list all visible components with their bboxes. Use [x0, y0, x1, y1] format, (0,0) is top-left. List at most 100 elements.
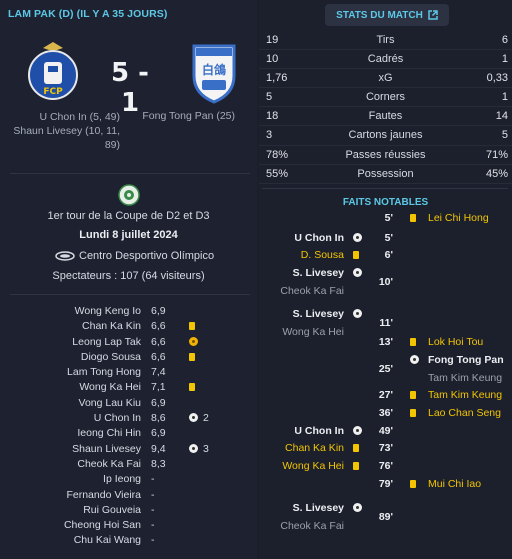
- event-home-player[interactable]: S. Livesey: [293, 267, 344, 279]
- player-rating: 6,9: [151, 396, 166, 409]
- match-header[interactable]: LAM PAK (D) (IL Y A 35 JOURS): [8, 8, 167, 20]
- stat-row: 78% Passes réussies 71%: [259, 146, 512, 165]
- player-rating-row[interactable]: Cheok Ka Fai 8,3: [0, 458, 257, 473]
- event-away-icon: [410, 408, 416, 420]
- player-name[interactable]: Vong Lau Kiu: [79, 397, 141, 409]
- player-name[interactable]: Wong Keng Io: [75, 305, 141, 317]
- yellow-card-icon: [410, 409, 416, 417]
- player-name[interactable]: Cheok Ka Fai: [77, 458, 141, 470]
- event-home-assist[interactable]: Wong Ka Hei: [282, 326, 344, 338]
- player-name[interactable]: Ip Ieong: [103, 473, 141, 485]
- player-rating-row[interactable]: Shaun Livesey 9,4 3: [0, 443, 257, 458]
- stat-label: xG: [378, 72, 393, 85]
- yellow-card-icon: [353, 462, 359, 470]
- event-minute: 6': [384, 249, 393, 261]
- player-rating-row[interactable]: Fernando Vieira -: [0, 489, 257, 504]
- event-home-player[interactable]: S. Livesey: [293, 502, 344, 514]
- event-home-assist[interactable]: Cheok Ka Fai: [280, 285, 344, 297]
- stat-row: 1,76 xG 0,33: [259, 69, 512, 89]
- player-rating: 6,9: [151, 427, 166, 440]
- match-score: 5 - 1: [111, 58, 149, 118]
- external-link-icon: [428, 10, 438, 20]
- venue[interactable]: Centro Desportivo Olímpico: [55, 250, 214, 262]
- match-date: Lundi 8 juillet 2024: [79, 229, 178, 241]
- player-name[interactable]: Fernando Vieira: [66, 489, 141, 501]
- stat-label: Cartons jaunes: [348, 129, 423, 142]
- player-rating-row[interactable]: U Chon In 8,6 2: [0, 412, 257, 427]
- player-rating-row[interactable]: Leong Lap Tak 6,6: [0, 336, 257, 351]
- stat-row: 55% Possession 45%: [259, 165, 512, 184]
- player-rating-row[interactable]: Diogo Sousa 6,6: [0, 351, 257, 366]
- away-team-crest[interactable]: 白鴿: [188, 40, 240, 104]
- player-rating-row[interactable]: Ip Ieong -: [0, 473, 257, 488]
- yellow-card-icon: [189, 383, 195, 392]
- stat-row: 10 Cadrés 1: [259, 50, 512, 70]
- yellow-card-icon: [410, 391, 416, 399]
- player-name[interactable]: Shaun Livesey: [72, 443, 141, 455]
- player-rating-row[interactable]: Rui Gouveia -: [0, 504, 257, 519]
- home-scorer-line: Shaun Livesey (10, 11,: [13, 125, 120, 137]
- player-mark: [189, 443, 198, 456]
- player-rating-row[interactable]: Chu Kai Wang -: [0, 534, 257, 549]
- player-rating: -: [151, 473, 155, 486]
- goal-ball-icon: [353, 503, 362, 512]
- yellow-card-icon: [410, 480, 416, 488]
- event-away-icon: [410, 337, 416, 349]
- player-name[interactable]: Chu Kai Wang: [74, 534, 141, 546]
- player-name[interactable]: Diogo Sousa: [81, 351, 141, 363]
- player-rating-row[interactable]: Chan Ka Kin 6,6: [0, 320, 257, 335]
- competition-logo-icon[interactable]: [118, 184, 140, 206]
- player-mark: [189, 352, 195, 364]
- home-team-crest[interactable]: FCP: [27, 40, 79, 104]
- player-rating: 6,6: [151, 350, 166, 363]
- event-minute: 13': [378, 336, 393, 348]
- event-home-player[interactable]: Wong Ka Hei: [282, 460, 344, 472]
- player-rating-row[interactable]: Wong Ka Hei 7,1: [0, 381, 257, 396]
- event-minute: 49': [378, 425, 393, 437]
- player-mark: [189, 336, 198, 349]
- player-rating-row[interactable]: Lam Tong Hong 7,4: [0, 366, 257, 381]
- event-home-icon: [353, 233, 362, 245]
- player-rating-row[interactable]: Wong Keng Io 6,9: [0, 305, 257, 320]
- goal-ball-icon: [353, 233, 362, 242]
- player-name[interactable]: Leong Lap Tak: [72, 336, 141, 348]
- player-rating: 7,1: [151, 381, 166, 394]
- event-home-player[interactable]: Chan Ka Kin: [285, 442, 344, 454]
- event-home-icon: [353, 268, 362, 280]
- goal-ball-icon: [410, 355, 419, 364]
- player-rating-row[interactable]: Cheong Hoi San -: [0, 519, 257, 534]
- match-stats-button[interactable]: STATS DU MATCH: [325, 4, 449, 26]
- event-home-icon: [353, 426, 362, 438]
- event-home-player[interactable]: S. Livesey: [293, 308, 344, 320]
- player-name[interactable]: Wong Ka Hei: [79, 381, 141, 393]
- yellow-card-icon: [353, 251, 359, 259]
- stat-away-value: 71%: [485, 148, 508, 161]
- event-home-player[interactable]: U Chon In: [294, 232, 344, 244]
- away-crest-text: 白鴿: [202, 62, 226, 77]
- player-rating-row[interactable]: Vong Lau Kiu 6,9: [0, 397, 257, 412]
- event-minute: 76': [378, 460, 393, 472]
- stat-label: Fautes: [368, 110, 403, 123]
- player-name[interactable]: Lam Tong Hong: [67, 366, 141, 378]
- event-home-icon: [353, 461, 359, 473]
- notable-events-title: FAITS NOTABLES: [342, 197, 429, 208]
- stat-away-value: 1: [501, 91, 508, 104]
- player-name[interactable]: Rui Gouveia: [83, 504, 141, 516]
- player-goal-count: 2: [203, 412, 209, 425]
- player-name[interactable]: Cheong Hoi San: [64, 519, 141, 531]
- player-name[interactable]: Ieong Chi Hin: [77, 427, 141, 439]
- event-home-assist[interactable]: Cheok Ka Fai: [280, 520, 344, 532]
- yellow-card-icon: [410, 214, 416, 222]
- player-rating-row[interactable]: Ieong Chi Hin 6,9: [0, 427, 257, 442]
- event-minute: 36': [378, 407, 393, 419]
- stat-label: Corners: [365, 91, 406, 104]
- player-name[interactable]: U Chon In: [94, 412, 141, 424]
- event-home-player[interactable]: D. Sousa: [301, 249, 344, 261]
- player-name[interactable]: Chan Ka Kin: [82, 320, 141, 332]
- competition-round[interactable]: 1er tour de la Coupe de D2 et D3: [0, 210, 257, 222]
- stat-label: Tirs: [376, 34, 395, 46]
- stat-row: 18 Fautes 14: [259, 107, 512, 127]
- away-scorers: Fong Tong Pan (25): [142, 110, 235, 122]
- stat-row: 5 Corners 1: [259, 88, 512, 108]
- event-home-player[interactable]: U Chon In: [294, 425, 344, 437]
